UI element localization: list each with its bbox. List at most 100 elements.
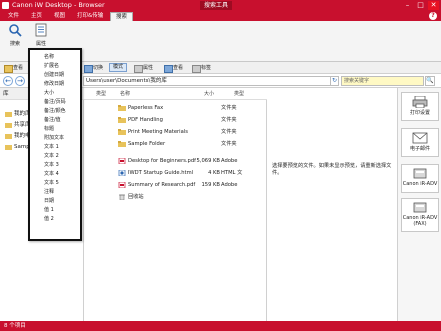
- task-canon-fax-label: Canon iR-ADV (FAX): [402, 215, 438, 227]
- task-canon-fax[interactable]: Canon iR-ADV (FAX): [401, 198, 439, 232]
- tab-search[interactable]: 搜索: [110, 12, 134, 21]
- column-kind[interactable]: 类型: [234, 88, 244, 100]
- search-button-label: 搜索: [9, 41, 20, 47]
- file-size: 159 KB: [201, 182, 220, 188]
- folder-icon: [118, 105, 126, 111]
- column-name[interactable]: 名称: [120, 88, 130, 100]
- menu-item-additional-text[interactable]: 附加文本: [44, 134, 64, 142]
- file-name: 回收站: [128, 194, 144, 200]
- file-type: 文件夹: [221, 141, 237, 147]
- file-type: Adobe: [221, 182, 238, 188]
- close-button[interactable]: ✕: [428, 1, 439, 10]
- file-name: IWDT Startup Guide.html: [128, 170, 194, 176]
- file-row[interactable]: Paperless Fax 文件夹: [84, 103, 267, 113]
- tab-file[interactable]: 文件: [3, 12, 24, 21]
- menu-item-text-4[interactable]: 文本 4: [44, 170, 59, 178]
- column-size[interactable]: 大小: [204, 88, 214, 100]
- file-size: 4 KB: [208, 170, 220, 176]
- folder-icon: [118, 129, 126, 135]
- tab-print-transfer[interactable]: 打印&传输: [72, 12, 108, 21]
- task-print-settings-label: 打印设置: [409, 110, 430, 116]
- menu-item-value-2[interactable]: 值 2: [44, 215, 54, 223]
- task-canon-printer-label: Canon iR-ADV: [402, 181, 438, 187]
- nav-item-shared-library[interactable]: 共享库: [5, 121, 31, 130]
- toolbar-tags[interactable]: 标签: [192, 64, 211, 73]
- menu-item-modified-date[interactable]: 修改日期: [44, 80, 64, 88]
- file-row[interactable]: 回收站: [84, 192, 267, 202]
- address-bar[interactable]: Users\user\Documents\我的库: [83, 76, 331, 86]
- task-pane: 打印设置 电子邮件 Canon iR-ADV Canon iR-ADV (FAX…: [397, 88, 441, 321]
- help-icon[interactable]: ?: [429, 12, 437, 20]
- menu-item-text-5[interactable]: 文本 5: [44, 179, 59, 187]
- task-email-label: 电子邮件: [409, 146, 430, 152]
- back-button[interactable]: ←: [3, 76, 13, 86]
- email-icon: [412, 132, 428, 144]
- file-type: 文件夹: [221, 105, 237, 111]
- menu-item-text-2[interactable]: 文本 2: [44, 152, 59, 160]
- file-row[interactable]: Sample Folder 文件夹: [84, 139, 267, 149]
- trash-icon: [119, 194, 125, 200]
- search-input[interactable]: 搜索关键字: [341, 76, 424, 86]
- app-icon: [2, 2, 9, 9]
- toolbar-view[interactable]: 查看: [164, 64, 183, 73]
- menu-item-comment[interactable]: 注释: [44, 188, 54, 196]
- search-button[interactable]: 搜索: [3, 23, 27, 53]
- printer-icon: [412, 96, 428, 108]
- menu-item-note-color[interactable]: 备注/颜色: [44, 107, 66, 115]
- forward-button[interactable]: →: [15, 76, 25, 86]
- file-row[interactable]: Desktop for Beginners.pdf 5,069 KB Adobe: [84, 156, 267, 166]
- menu-item-note-value[interactable]: 备注/值: [44, 116, 61, 124]
- menu-item-value-1[interactable]: 值 1: [44, 206, 54, 214]
- menu-item-text-3[interactable]: 文本 3: [44, 161, 59, 169]
- menu-item-title[interactable]: 标题: [44, 125, 54, 133]
- file-name: Print Meeting Materials: [128, 129, 188, 135]
- magnifier-icon: [9, 24, 22, 37]
- file-type: 文件夹: [221, 117, 237, 123]
- sort-by-dropdown-menu: 名称 扩展名 创建日期 修改日期 大小 备注/页码 备注/颜色 备注/值 标题 …: [28, 48, 82, 241]
- menu-item-created-date[interactable]: 创建日期: [44, 71, 64, 79]
- column-type-icon[interactable]: 类型: [96, 88, 106, 100]
- file-row[interactable]: Summary of Research.pdf 159 KB Adobe: [84, 180, 267, 190]
- toolbar-properties[interactable]: 属性: [134, 64, 153, 73]
- title-bar: Canon iW Desktop - Browser 搜索工具 – □ ✕: [0, 0, 441, 11]
- ribbon-tab-row: 文件 主页 视图 打印&传输 搜索 ?: [0, 11, 441, 21]
- html-file-icon: [118, 170, 126, 176]
- menu-item-note-page[interactable]: 备注/页码: [44, 98, 66, 106]
- pdf-file-icon: [118, 158, 126, 164]
- minimize-button[interactable]: –: [402, 1, 413, 10]
- maximize-button[interactable]: □: [415, 1, 426, 10]
- menu-item-date[interactable]: 日期: [44, 197, 54, 205]
- mode-select[interactable]: 模式: [109, 63, 127, 72]
- refresh-button[interactable]: ↻: [331, 76, 339, 86]
- fax-device-icon: [413, 202, 427, 213]
- printer-device-icon: [413, 168, 427, 179]
- properties-button-label: 属性: [35, 41, 46, 47]
- column-header-row: 类型 名称 大小 类型: [84, 88, 267, 100]
- toolbar-switch[interactable]: 切换: [84, 64, 103, 73]
- menu-item-name[interactable]: 名称: [44, 53, 54, 61]
- search-go-button[interactable]: 🔍: [425, 76, 435, 86]
- task-print-settings[interactable]: 打印设置: [401, 92, 439, 121]
- file-size: 5,069 KB: [196, 158, 220, 164]
- properties-icon: [35, 23, 47, 37]
- file-type: HTML 文: [221, 170, 243, 176]
- task-canon-printer[interactable]: Canon iR-ADV: [401, 164, 439, 193]
- file-row[interactable]: PDF Handling 文件夹: [84, 115, 267, 125]
- window-title: Canon iW Desktop - Browser: [12, 1, 105, 9]
- file-row[interactable]: Print Meeting Materials 文件夹: [84, 127, 267, 137]
- tab-home[interactable]: 主页: [26, 12, 47, 21]
- menu-item-extension[interactable]: 扩展名: [44, 62, 59, 70]
- menu-item-text-1[interactable]: 文本 1: [44, 143, 59, 151]
- tab-view[interactable]: 视图: [49, 12, 70, 21]
- toolbar-view-label: 查看: [4, 64, 23, 73]
- file-row[interactable]: IWDT Startup Guide.html 4 KB HTML 文: [84, 168, 267, 178]
- context-tab-search-tools: 搜索工具: [200, 1, 233, 10]
- file-type: 文件夹: [221, 129, 237, 135]
- menu-item-size[interactable]: 大小: [44, 89, 54, 97]
- task-email[interactable]: 电子邮件: [401, 128, 439, 157]
- nav-item-my-library[interactable]: 我的库: [5, 110, 31, 119]
- file-name: Paperless Fax: [128, 105, 164, 111]
- file-name: Desktop for Beginners.pdf: [128, 158, 196, 164]
- preview-message: 选择要预览的文件。如果未显示预览，请重新选择文件。: [272, 163, 392, 176]
- pdf-file-icon: [118, 182, 126, 188]
